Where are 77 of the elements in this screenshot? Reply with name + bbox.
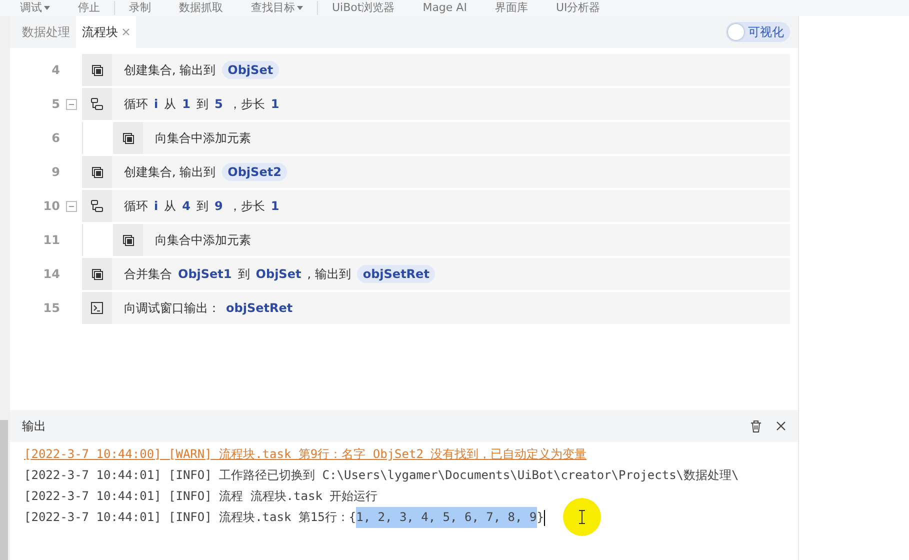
block-text: 向集合中添加元素 <box>155 232 251 248</box>
visual-toggle[interactable]: 可视化 <box>726 22 790 42</box>
variable-tag: ObjSet2 <box>222 163 288 181</box>
toolbar-button[interactable]: 查找目标 <box>237 1 317 15</box>
collapse-toggle[interactable] <box>66 200 76 212</box>
block-text: , 输出到 <box>307 266 351 282</box>
editor-tab[interactable]: 数据处理 <box>16 16 76 48</box>
command-block[interactable]: 合并集合 ObjSet1 到 ObjSet , 输出到 objSetRet <box>112 258 790 290</box>
block-text: 创建集合, 输出到 <box>124 62 216 78</box>
block-text: 循环 <box>124 198 148 214</box>
variable-name: 1 <box>270 199 280 213</box>
trash-icon[interactable] <box>750 420 762 432</box>
variable-name: 5 <box>214 97 223 111</box>
toolbar-button[interactable]: 界面库 <box>480 1 542 15</box>
loop-icon <box>91 98 103 110</box>
line-number: 15 <box>42 300 60 317</box>
command-block[interactable]: 循环 i 从 4 到 9 ，步长 1 <box>112 190 790 222</box>
toolbar-button[interactable]: 停止 <box>64 1 114 15</box>
toolbar-button[interactable]: 数据抓取 <box>165 1 237 15</box>
log-line: } <box>536 509 544 526</box>
loop-icon <box>91 200 103 212</box>
block-text: 从 <box>164 96 176 112</box>
line-number: 9 <box>50 164 60 181</box>
panel-title: 输出 <box>22 418 46 434</box>
log-line: [2022-3-7 10:44:01] [INFO] 流程块.task 第15行：{ <box>24 509 356 526</box>
log-line: [2022-3-7 10:44:01] [INFO] 工作路径已切换到 C:\Users\lygamer\Documents\UiBot\creator\Projects\数据处理\ <box>24 467 739 484</box>
block-text: 向调试窗口输出： <box>124 300 220 316</box>
command-block[interactable]: 向集合中添加元素 <box>143 122 790 154</box>
block-text: 到 <box>238 266 250 282</box>
variable-name: 9 <box>214 199 223 213</box>
editor-tab[interactable]: 流程块 <box>76 16 136 48</box>
block-text: 向集合中添加元素 <box>155 130 251 146</box>
command-block[interactable]: 创建集合, 输出到 ObjSet <box>112 54 790 86</box>
block-text: 从 <box>164 198 176 214</box>
command-block[interactable]: 创建集合, 输出到 ObjSet2 <box>112 156 790 188</box>
cursor-highlight-drawing <box>562 498 601 536</box>
stack-icon <box>92 64 102 76</box>
stack-icon <box>122 132 134 144</box>
close-icon[interactable] <box>776 421 786 431</box>
variable-name: i <box>154 97 158 111</box>
line-number: 14 <box>42 266 60 283</box>
variable-name: 1 <box>182 97 190 111</box>
terminal-icon <box>91 302 103 314</box>
variable-tag: ObjSet <box>222 61 280 79</box>
line-number: 4 <box>50 62 60 79</box>
variable-name: ObjSet1 <box>178 267 232 281</box>
variable-tag: objSetRet <box>356 265 436 283</box>
variable-name: 4 <box>182 199 190 213</box>
variable-name: i <box>154 199 158 213</box>
line-number: 5 <box>50 96 60 113</box>
variable-name: 1 <box>270 97 280 111</box>
line-number: 11 <box>42 232 60 249</box>
line-number: 6 <box>50 130 60 147</box>
toolbar-button[interactable]: 录制 <box>114 1 165 15</box>
block-text: 到 <box>196 96 208 112</box>
stack-icon <box>92 166 102 178</box>
toolbar-button[interactable]: Mage AI <box>408 1 481 15</box>
variable-name: objSetRet <box>226 301 293 315</box>
command-block[interactable]: 向调试窗口输出： objSetRet <box>112 292 790 324</box>
block-text: 循环 <box>124 96 148 112</box>
toolbar-button[interactable]: UiBot浏览器 <box>317 1 409 15</box>
line-number: 10 <box>42 198 60 215</box>
selected-text: 1, 2, 3, 4, 5, 6, 7, 8, 9 <box>356 507 537 528</box>
log-line: [2022-3-7 10:44:01] [INFO] 流程 流程块.task 开始运行 <box>24 488 378 505</box>
toolbar-button[interactable]: UI分析器 <box>542 1 614 15</box>
stack-icon <box>122 234 134 246</box>
block-text: 合并集合 <box>124 266 172 282</box>
collapse-toggle[interactable] <box>66 98 76 110</box>
toolbar-button[interactable]: 调试 <box>6 1 64 15</box>
command-block[interactable]: 向集合中添加元素 <box>143 224 790 256</box>
block-text: 创建集合, 输出到 <box>124 164 216 180</box>
variable-name: ObjSet <box>256 267 302 281</box>
block-text: 到 <box>196 198 208 214</box>
command-block[interactable]: 循环 i 从 1 到 5 ，步长 1 <box>112 88 790 120</box>
block-text: ，步长 <box>228 198 265 214</box>
block-text: ，步长 <box>228 96 265 112</box>
stack-icon <box>92 268 102 280</box>
